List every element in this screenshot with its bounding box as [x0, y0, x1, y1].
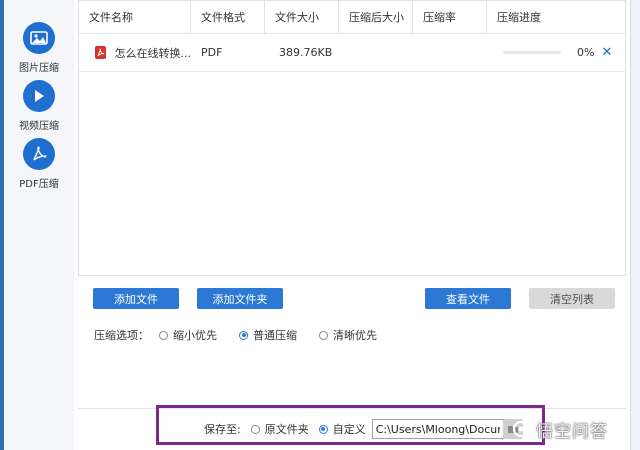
progress-bar: [503, 51, 561, 54]
image-icon: [23, 22, 55, 54]
radio-original-folder[interactable]: [250, 424, 260, 434]
option-normal[interactable]: 普通压缩: [239, 327, 297, 343]
radio-smaller-first[interactable]: [159, 330, 168, 340]
column-header-ratio: 压缩率: [413, 1, 487, 33]
pdf-file-icon: [95, 46, 106, 59]
watermark-logo-icon: [510, 419, 532, 439]
file-name: 怎么在线转换...: [114, 46, 192, 60]
clear-list-button[interactable]: 清空列表: [529, 288, 615, 309]
radio-normal[interactable]: [239, 330, 248, 340]
sidebar-item-video-compress[interactable]: 视频压缩: [4, 80, 74, 132]
compress-options: 压缩选项： 缩小优先 普通压缩 清晰优先: [94, 327, 399, 343]
view-file-button[interactable]: 查看文件: [425, 288, 511, 309]
cell-format: PDF: [201, 46, 223, 59]
option-custom[interactable]: 自定义: [318, 421, 366, 437]
add-file-button[interactable]: 添加文件: [93, 288, 179, 309]
option-label: 原文件夹: [264, 423, 309, 436]
cell-size: 389.76KB: [279, 46, 333, 59]
file-list-panel: 文件名称 文件格式 文件大小 压缩后大小 压缩率 压缩进度 怎么在线转换... …: [78, 0, 626, 276]
save-label: 保存至:: [204, 423, 241, 436]
radio-clarity-first[interactable]: [319, 330, 328, 340]
compress-options-label: 压缩选项：: [94, 329, 149, 342]
play-icon: [23, 80, 55, 112]
save-path-input[interactable]: [371, 419, 504, 439]
option-smaller-first[interactable]: 缩小优先: [159, 327, 217, 343]
add-folder-button[interactable]: 添加文件夹: [197, 288, 283, 309]
sidebar-item-label: 视频压缩: [19, 121, 59, 132]
pdf-icon: [23, 138, 55, 170]
cell-progress: 0% ✕: [487, 45, 625, 60]
remove-file-icon[interactable]: ✕: [601, 45, 612, 60]
table-header: 文件名称 文件格式 文件大小 压缩后大小 压缩率 压缩进度: [79, 1, 625, 34]
column-header-progress: 压缩进度: [497, 11, 541, 24]
sidebar-item-image-compress[interactable]: 图片压缩: [4, 22, 74, 74]
sidebar-item-pdf-compress[interactable]: PDF压缩: [4, 138, 74, 190]
option-label: 自定义: [332, 423, 366, 436]
option-label: 缩小优先: [173, 329, 217, 342]
progress-percent: 0%: [577, 46, 595, 59]
option-original-folder[interactable]: 原文件夹: [250, 421, 309, 437]
column-header-filename: 文件名称: [79, 1, 191, 33]
table-row[interactable]: 怎么在线转换... PDF 389.76KB 0% ✕: [79, 34, 625, 72]
save-location-row: 保存至: 原文件夹 自定义: [204, 419, 504, 439]
option-label: 普通压缩: [253, 329, 297, 342]
option-clarity-first[interactable]: 清晰优先: [319, 327, 377, 343]
option-label: 清晰优先: [333, 329, 377, 342]
column-header-format: 文件格式: [191, 1, 265, 33]
radio-custom[interactable]: [318, 424, 328, 434]
window-right-edge: [630, 0, 640, 450]
sidebar-item-label: 图片压缩: [19, 63, 59, 74]
column-header-size: 文件大小: [265, 1, 339, 33]
watermark-text: 悟空问答: [536, 422, 608, 442]
sidebar: 图片压缩 视频压缩 PDF压缩: [4, 0, 74, 450]
cell-filename: 怎么在线转换...: [79, 45, 191, 61]
sidebar-item-label: PDF压缩: [19, 179, 59, 190]
column-header-compressed-size: 压缩后大小: [339, 1, 413, 33]
